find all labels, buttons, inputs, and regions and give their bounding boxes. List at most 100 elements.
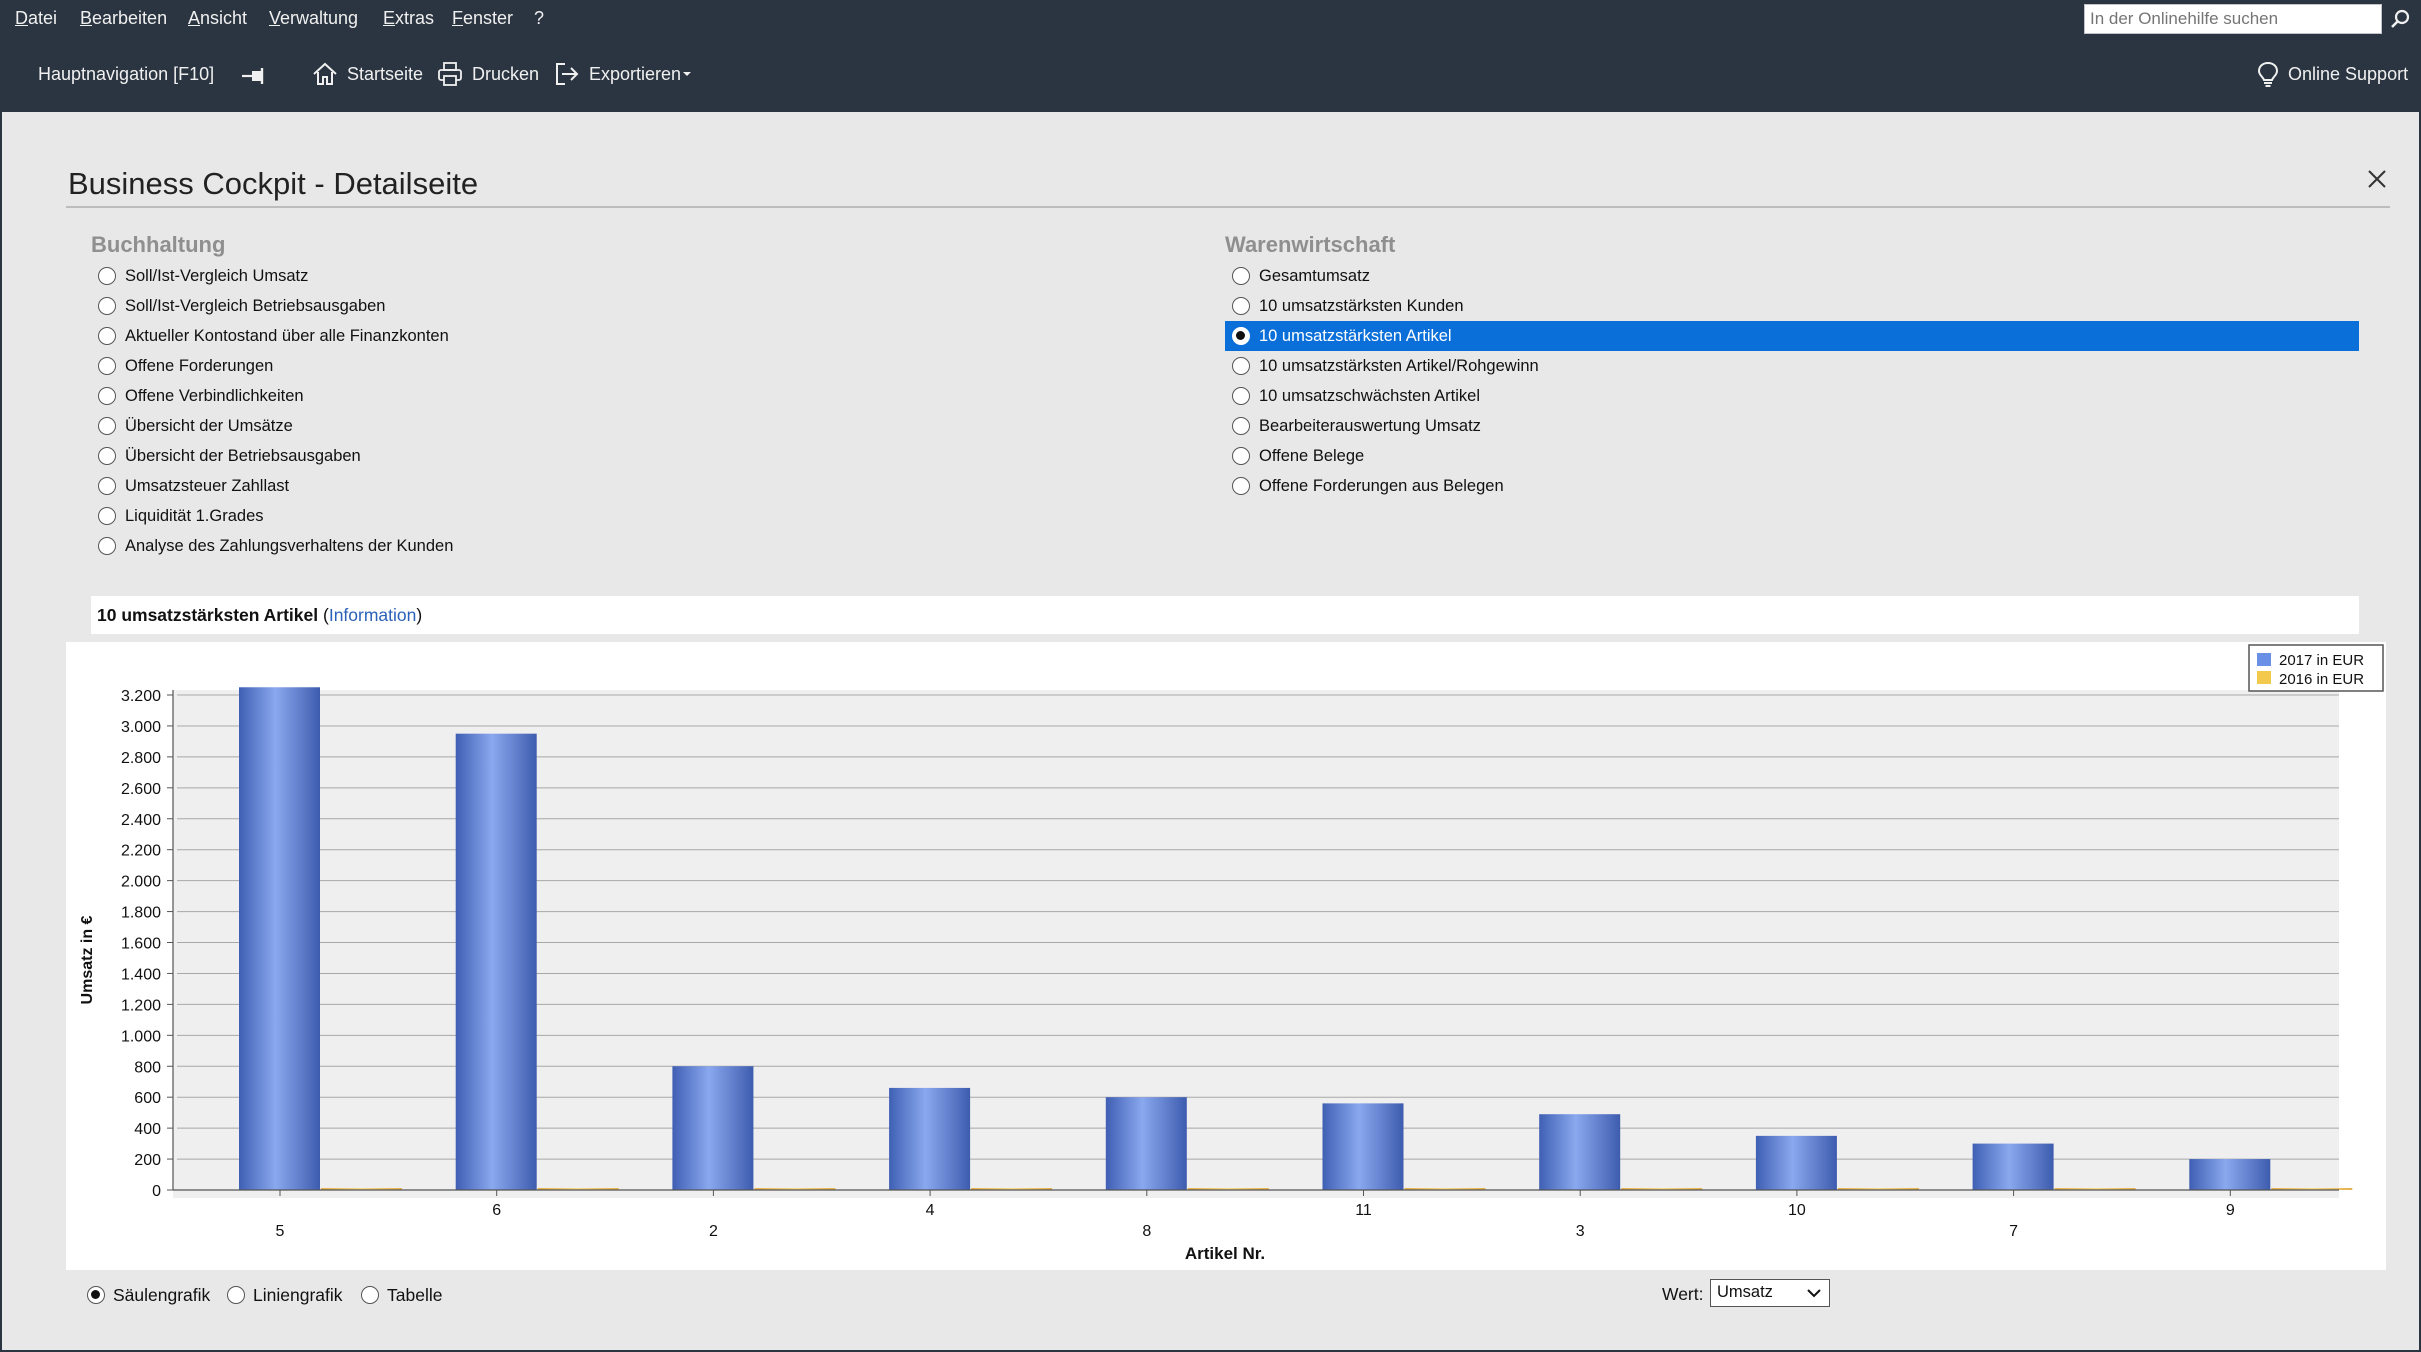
pin-button[interactable] <box>240 66 266 86</box>
wert-select[interactable]: Umsatz <box>1710 1279 1830 1307</box>
bar-2017 <box>455 733 537 1190</box>
buchhaltung-option[interactable]: Aktueller Kontostand über alle Finanzkon… <box>91 321 449 351</box>
buchhaltung-option-label: Umsatzsteuer Zahllast <box>125 476 290 495</box>
radio-button[interactable] <box>98 447 116 465</box>
buchhaltung-option-label: Soll/Ist-Vergleich Betriebsausgaben <box>125 296 386 315</box>
bar-2017 <box>889 1087 971 1190</box>
legend: 2017 in EUR 2016 in EUR <box>2248 644 2384 692</box>
home-button[interactable]: Startseite <box>311 60 423 88</box>
buchhaltung-option[interactable]: Soll/Ist-Vergleich Umsatz <box>91 261 308 291</box>
menu-datei[interactable]: Datei <box>15 8 57 29</box>
radio-button[interactable] <box>361 1286 379 1304</box>
legend-label-2017: 2017 in EUR <box>2279 652 2364 669</box>
radio-button[interactable] <box>98 387 116 405</box>
menu-bearbeiten[interactable]: Bearbeiten <box>80 8 167 29</box>
radio-button[interactable] <box>87 1286 105 1304</box>
buchhaltung-option[interactable]: Liquidität 1.Grades <box>91 501 264 531</box>
menu-extras[interactable]: Extras <box>383 8 434 29</box>
buchhaltung-option[interactable]: Offene Verbindlichkeiten <box>91 381 304 411</box>
warenwirtschaft-option-label: Bearbeiterauswertung Umsatz <box>1259 416 1481 435</box>
view-option-label: Tabelle <box>387 1284 443 1305</box>
menu-help[interactable]: ? <box>534 8 544 29</box>
radio-button[interactable] <box>98 417 116 435</box>
export-icon <box>556 63 579 85</box>
online-support-button[interactable]: Online Support <box>2256 60 2408 88</box>
warenwirtschaft-option[interactable]: 10 umsatzstärksten Artikel <box>1225 321 2359 351</box>
menu-ansicht[interactable]: Ansicht <box>188 8 247 29</box>
main-nav-label: Hauptnavigation [F10] <box>38 64 215 84</box>
warenwirtschaft-option[interactable]: Gesamtumsatz <box>1225 261 2359 291</box>
y-tick-label: 0 <box>152 1183 161 1200</box>
caret-down-icon <box>683 72 692 76</box>
x-tick-label: 5 <box>276 1223 285 1240</box>
buchhaltung-option-label: Aktueller Kontostand über alle Finanzkon… <box>125 326 449 345</box>
radio-button[interactable] <box>98 297 116 315</box>
y-tick-label: 1.400 <box>121 966 161 983</box>
x-tick-label: 8 <box>1142 1223 1151 1240</box>
radio-button[interactable] <box>1232 297 1250 315</box>
bar-2017 <box>1972 1143 2054 1190</box>
radio-button[interactable] <box>98 507 116 525</box>
radio-button[interactable] <box>1232 357 1250 375</box>
radio-button[interactable] <box>98 327 116 345</box>
warenwirtschaft-option[interactable]: Bearbeiterauswertung Umsatz <box>1225 411 2359 441</box>
search-button[interactable] <box>2384 4 2418 34</box>
x-tick-label: 6 <box>492 1202 501 1219</box>
buchhaltung-option[interactable]: Analyse des Zahlungsverhaltens der Kunde… <box>91 531 453 561</box>
warenwirtschaft-option[interactable]: 10 umsatzschwächsten Artikel <box>1225 381 2359 411</box>
information-link[interactable]: Information <box>329 605 417 625</box>
warenwirtschaft-option-label: 10 umsatzstärksten Kunden <box>1259 296 1464 315</box>
close-button[interactable] <box>2362 164 2392 194</box>
y-axis-label: Umsatz in € <box>79 915 96 1004</box>
radio-button[interactable] <box>1232 327 1250 345</box>
menu-verwaltung[interactable]: Verwaltung <box>269 8 358 29</box>
warenwirtschaft-option-label: 10 umsatzstärksten Artikel <box>1259 326 1452 345</box>
print-button[interactable]: Drucken <box>436 60 539 88</box>
buchhaltung-option[interactable]: Offene Forderungen <box>91 351 273 381</box>
y-tick-label: 1.200 <box>121 997 161 1014</box>
radio-button[interactable] <box>98 357 116 375</box>
radio-button[interactable] <box>1232 417 1250 435</box>
warenwirtschaft-option[interactable]: Offene Forderungen aus Belegen <box>1225 471 2359 501</box>
main-nav-button[interactable]: Hauptnavigation [F10] <box>38 64 214 85</box>
legend-swatch-2017 <box>2257 653 2271 666</box>
radio-button[interactable] <box>98 267 116 285</box>
export-button[interactable]: Exportieren <box>553 60 692 88</box>
warenwirtschaft-option[interactable]: 10 umsatzstärksten Artikel/Rohgewinn <box>1225 351 2359 381</box>
warenwirtschaft-option[interactable]: 10 umsatzstärksten Kunden <box>1225 291 2359 321</box>
chart-title: 10 umsatzstärksten Artikel <box>97 605 319 625</box>
warenwirtschaft-option-label: Gesamtumsatz <box>1259 266 1370 285</box>
help-search-input[interactable] <box>2084 4 2382 34</box>
chart-header: 10 umsatzstärksten Artikel (Information) <box>91 596 2359 634</box>
radio-button[interactable] <box>98 537 116 555</box>
bar-2017 <box>672 1066 754 1190</box>
view-option[interactable]: Liniengrafik <box>227 1280 343 1310</box>
menu-fenster[interactable]: Fenster <box>452 8 513 29</box>
radio-button[interactable] <box>1232 387 1250 405</box>
view-option-label: Liniengrafik <box>253 1284 343 1305</box>
buchhaltung-option[interactable]: Übersicht der Betriebsausgaben <box>91 441 361 471</box>
warenwirtschaft-option[interactable]: Offene Belege <box>1225 441 2359 471</box>
view-option[interactable]: Tabelle <box>361 1280 442 1310</box>
radio-button[interactable] <box>1232 477 1250 495</box>
view-option[interactable]: Säulengrafik <box>87 1280 210 1310</box>
menu-bar: Datei Bearbeiten Ansicht Verwaltung Extr… <box>0 0 2421 38</box>
radio-button[interactable] <box>1232 267 1250 285</box>
radio-button[interactable] <box>1232 447 1250 465</box>
y-tick-label: 1.600 <box>121 936 161 953</box>
buchhaltung-option[interactable]: Soll/Ist-Vergleich Betriebsausgaben <box>91 291 386 321</box>
buchhaltung-option-label: Analyse des Zahlungsverhaltens der Kunde… <box>125 536 454 555</box>
radio-button[interactable] <box>227 1286 245 1304</box>
export-label: Exportieren <box>589 63 682 84</box>
buchhaltung-option[interactable]: Umsatzsteuer Zahllast <box>91 471 289 501</box>
x-axis-label: Artikel Nr. <box>1185 1244 1265 1263</box>
chart-panel: 0 200 400 600 800 1.000 1.200 1.400 1.600 1.800 2.… <box>66 642 2386 1270</box>
x-tick-label: 2 <box>709 1223 718 1240</box>
printer-icon <box>438 62 462 86</box>
radio-button[interactable] <box>98 477 116 495</box>
buchhaltung-option-label: Übersicht der Umsätze <box>125 416 293 435</box>
buchhaltung-option[interactable]: Übersicht der Umsätze <box>91 411 293 441</box>
home-label: Startseite <box>347 63 424 84</box>
warenwirtschaft-heading: Warenwirtschaft <box>1225 232 1396 257</box>
print-label: Drucken <box>472 63 540 84</box>
